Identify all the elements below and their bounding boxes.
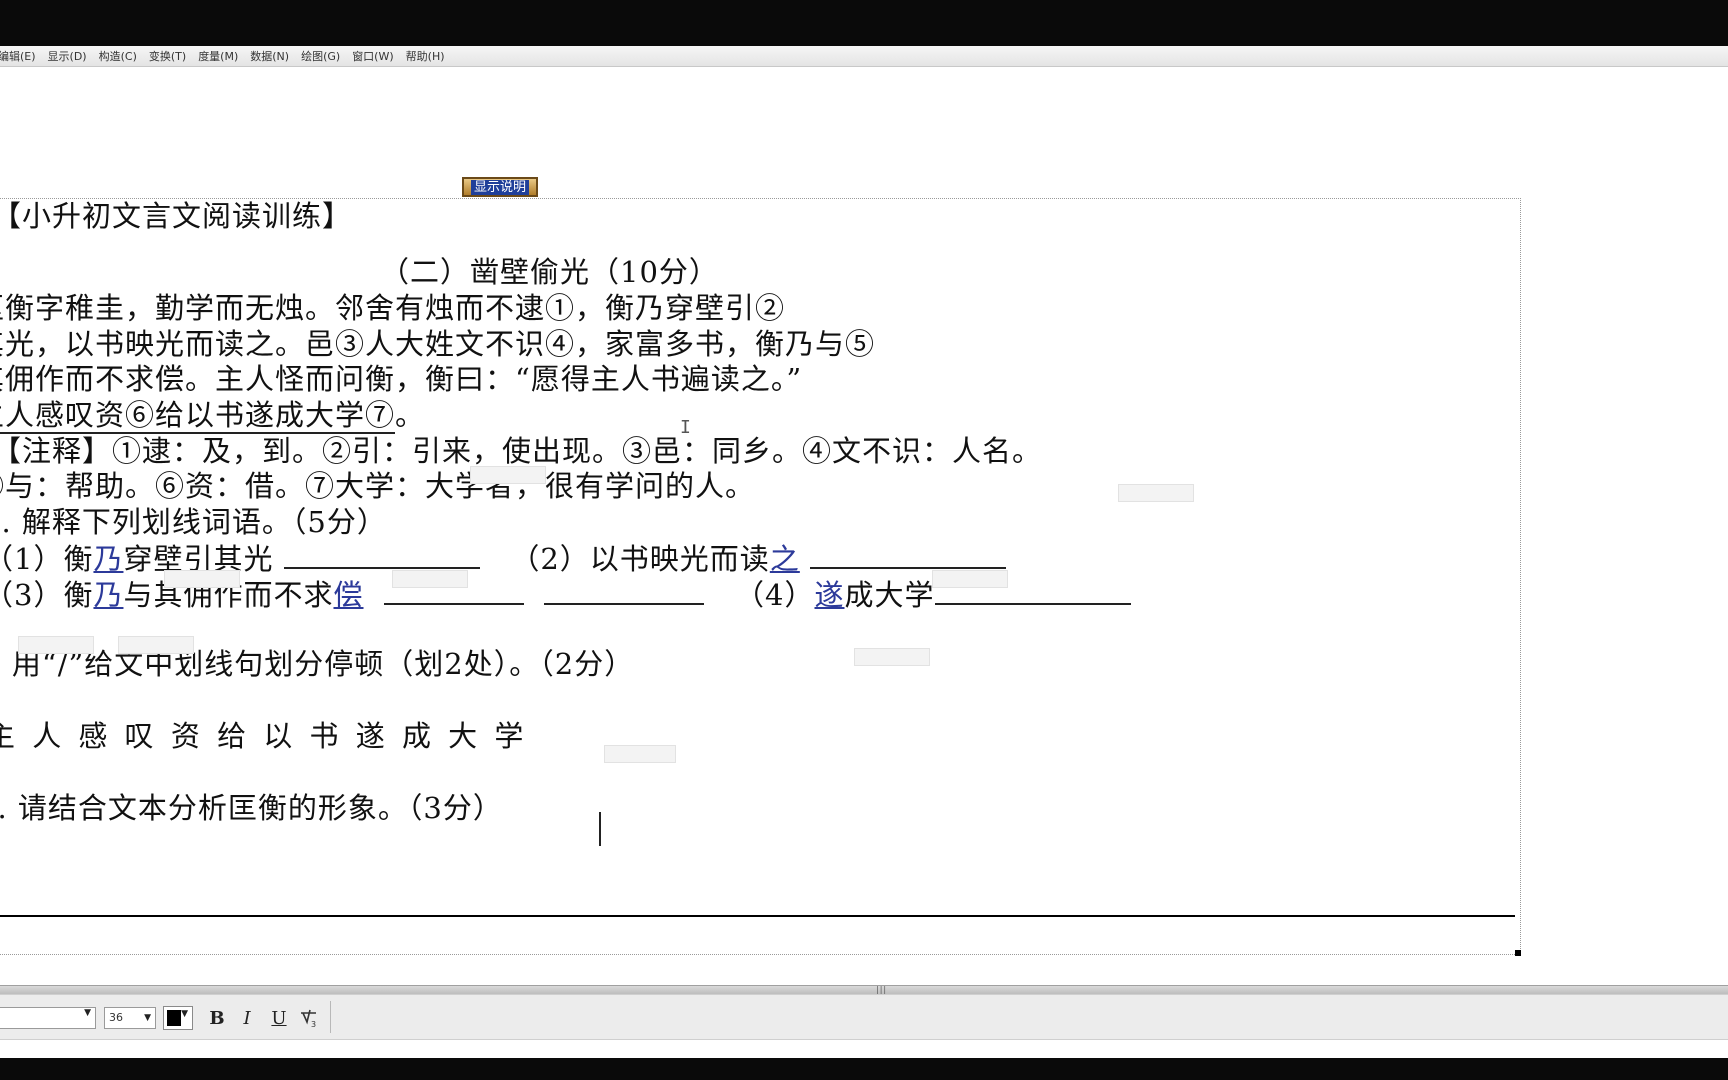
- underlined-sentence: 主人感叹资⑥给以书遂成大学⑦: [0, 398, 396, 434]
- q1-item-1-row: （1）衡乃穿壁引其光 （2）以书映光而读之: [0, 541, 1007, 576]
- menu-data[interactable]: 数据(N): [246, 48, 297, 64]
- answer-blank-1[interactable]: [283, 541, 480, 569]
- question-3: 3. 请结合文本分析匡衡的形象。（3分）: [0, 791, 503, 825]
- chevron-down-icon: ▼: [144, 1013, 151, 1023]
- question-2-sentence: 主 人 感 叹 资 给 以 书 遂 成 大 学: [0, 719, 528, 753]
- q1-item-4-rest: 成大学: [844, 578, 935, 612]
- hidden-button[interactable]: [470, 466, 546, 484]
- bottom-black-bar: [0, 1058, 1728, 1080]
- splitter-grip-icon[interactable]: |||: [876, 985, 887, 994]
- q1-item-2-prefix: （2）以书映光而读: [510, 542, 770, 576]
- hidden-button[interactable]: [932, 570, 1008, 588]
- menu-graph[interactable]: 绘图(G): [297, 48, 348, 64]
- q1-item-3-prefix: （3）衡: [0, 578, 94, 612]
- splitter-bar[interactable]: [0, 985, 1728, 994]
- passage-line-3: 其佣作而不求偿。主人怪而问衡，衡曰：“愿得主人书遍读之。”: [0, 362, 803, 396]
- answer-blank-4[interactable]: [544, 577, 705, 605]
- q1-item-3-word: 乃: [93, 578, 124, 612]
- question-2: 2. 用“/”给文中划线句划分停顿（划2处）。（2分）: [0, 647, 635, 681]
- ibeam-cursor-icon: I: [680, 417, 691, 438]
- hidden-button[interactable]: [18, 636, 94, 654]
- hidden-button[interactable]: [118, 636, 194, 654]
- menu-display[interactable]: 显示(D): [44, 48, 95, 64]
- doc-heading: 【小升初文言文阅读训练】: [0, 199, 353, 233]
- separator-line: [0, 915, 1515, 917]
- hidden-button[interactable]: [164, 570, 240, 588]
- q1-item-3-word2: 偿: [333, 578, 364, 612]
- q1-item-4-word: 遂: [814, 578, 845, 612]
- q1-item-1-word: 乃: [93, 542, 124, 576]
- menu-window[interactable]: 窗口(W): [348, 48, 401, 64]
- passage-line-4: 主人感叹资⑥给以书遂成大学⑦。: [0, 398, 426, 434]
- show-description-button[interactable]: 显示说明: [462, 177, 538, 197]
- text-caret: [599, 812, 601, 846]
- q1-item-2-word: 之: [769, 542, 800, 576]
- menu-edit[interactable]: 编辑(E): [0, 48, 44, 64]
- q1-item-1-prefix: （1）衡: [0, 542, 94, 576]
- color-swatch: [167, 1010, 181, 1026]
- font-size-value: 36: [109, 1011, 123, 1024]
- svg-text:3: 3: [311, 1020, 316, 1029]
- menu-bar: 编辑(E) 显示(D) 构造(C) 变换(T) 度量(M) 数据(N) 绘图(G…: [0, 46, 1728, 67]
- show-description-label: 显示说明: [470, 179, 529, 195]
- resize-handle[interactable]: [1515, 950, 1521, 956]
- q1-item-4-prefix: （4）: [735, 578, 815, 612]
- passage-line-2: 其光，以书映光而读之。邑③人大姓文不识④，家富多书，衡乃与⑤: [0, 327, 876, 361]
- menu-transform[interactable]: 变换(T): [145, 48, 194, 64]
- math-format-button[interactable]: 3: [298, 1007, 320, 1029]
- math-format-icon: 3: [301, 1009, 316, 1029]
- hidden-button[interactable]: [854, 648, 930, 666]
- text-color-picker[interactable]: ▼: [163, 1006, 193, 1030]
- chevron-down-icon: ▼: [181, 1009, 188, 1019]
- font-family-select[interactable]: ▼: [0, 1007, 96, 1029]
- font-size-select[interactable]: 36 ▼: [104, 1007, 156, 1029]
- text-format-toolbar: ▼ 36 ▼ ▼ B I U 3: [0, 994, 1728, 1040]
- underline-button[interactable]: U: [268, 1007, 290, 1029]
- menu-help[interactable]: 帮助(H): [402, 48, 453, 64]
- notes-line-2: ⑤与：帮助。⑥资：借。⑦大学：大学者，很有学问的人。: [0, 469, 756, 503]
- menu-measure[interactable]: 度量(M): [194, 48, 246, 64]
- menu-construct[interactable]: 构造(C): [95, 48, 145, 64]
- sketch-canvas[interactable]: 显示说明 【小升初文言文阅读训练】 （二）凿壁偷光（10分） 匡衡字稚圭，勤学而…: [0, 67, 1728, 987]
- italic-button[interactable]: I: [236, 1007, 258, 1029]
- hidden-button[interactable]: [1118, 484, 1194, 502]
- passage-end: 。: [395, 398, 426, 432]
- chevron-down-icon: ▼: [84, 1008, 91, 1018]
- toolbar-separator: [330, 1001, 331, 1033]
- passage-line-1: 匡衡字稚圭，勤学而无烛。邻舍有烛而不逮①，衡乃穿壁引②: [0, 291, 786, 325]
- notes-line-1: 【注释】①逮：及，到。②引：引来，使出现。③邑：同乡。④文不识：人名。: [0, 434, 1043, 468]
- top-black-bar: [0, 0, 1728, 46]
- hidden-button[interactable]: [604, 745, 676, 763]
- answer-blank-2[interactable]: [810, 541, 1007, 569]
- bold-button[interactable]: B: [206, 1007, 228, 1029]
- hidden-button[interactable]: [392, 570, 468, 588]
- question-1: 1. 解释下列划线词语。（5分）: [0, 505, 387, 539]
- doc-subtitle: （二）凿壁偷光（10分）: [380, 255, 719, 289]
